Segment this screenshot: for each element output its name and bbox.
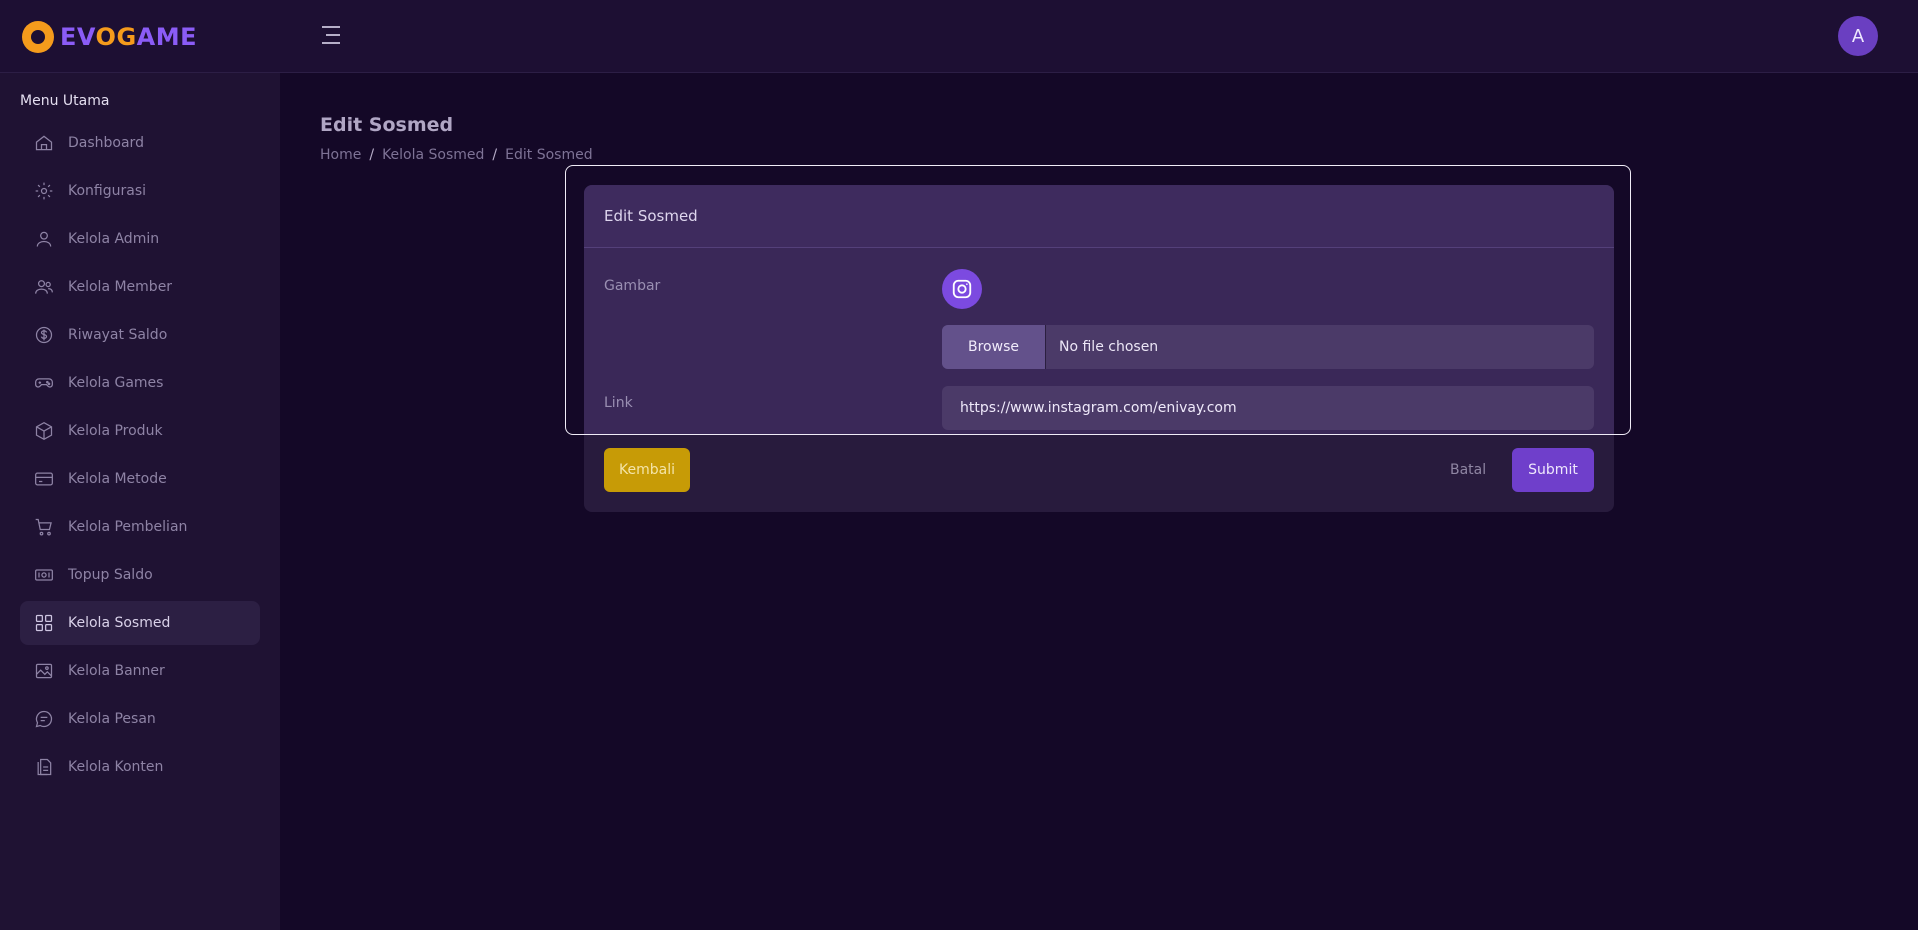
sidebar-menu: Dashboard Konfigurasi Kelola Admin Kelol… xyxy=(20,121,260,793)
sidebar-item-kelola-metode[interactable]: Kelola Metode xyxy=(20,457,260,501)
sidebar-item-label: Dashboard xyxy=(68,135,144,151)
image-icon xyxy=(35,663,53,679)
sidebar-item-label: Topup Saldo xyxy=(68,567,153,583)
logo-text: EVOGAME xyxy=(60,23,198,51)
breadcrumb: Home / Kelola Sosmed / Edit Sosmed xyxy=(320,147,593,163)
submit-button[interactable]: Submit xyxy=(1512,448,1594,492)
breadcrumb-separator: / xyxy=(492,147,498,163)
sidebar-item-kelola-admin[interactable]: Kelola Admin xyxy=(20,217,260,261)
sidebar: Menu Utama Dashboard Konfigurasi Kelola … xyxy=(0,73,280,930)
sidebar-item-label: Kelola Pesan xyxy=(68,711,156,727)
sidebar-item-label: Konfigurasi xyxy=(68,183,147,199)
breadcrumb-separator: / xyxy=(369,147,375,163)
sidebar-item-label: Kelola Metode xyxy=(68,471,167,487)
sidebar-item-kelola-produk[interactable]: Kelola Produk xyxy=(20,409,260,453)
sidebar-item-label: Kelola Konten xyxy=(68,759,164,775)
sidebar-item-label: Kelola Pembelian xyxy=(68,519,188,535)
link-label: Link xyxy=(604,395,633,411)
sidebar-item-label: Kelola Produk xyxy=(68,423,163,439)
card-title: Edit Sosmed xyxy=(604,207,698,225)
sidebar-item-kelola-games[interactable]: Kelola Games xyxy=(20,361,260,405)
sidebar-item-kelola-pembelian[interactable]: Kelola Pembelian xyxy=(20,505,260,549)
card-icon xyxy=(35,472,53,486)
top-header: EVOGAME A xyxy=(0,0,1918,73)
cart-icon xyxy=(35,518,52,536)
cancel-button[interactable]: Batal xyxy=(1450,448,1486,492)
grid-icon xyxy=(35,614,53,632)
box-icon xyxy=(35,421,53,441)
sidebar-item-riwayat-saldo[interactable]: Riwayat Saldo xyxy=(20,313,260,357)
menu-toggle-icon[interactable] xyxy=(322,26,340,44)
sidebar-item-topup-saldo[interactable]: Topup Saldo xyxy=(20,553,260,597)
sidebar-item-label: Kelola Sosmed xyxy=(68,615,171,631)
sidebar-item-label: Riwayat Saldo xyxy=(68,327,168,343)
back-button[interactable]: Kembali xyxy=(604,448,690,492)
dollar-circle-icon xyxy=(35,326,53,344)
gamepad-icon xyxy=(35,378,53,388)
breadcrumb-current: Edit Sosmed xyxy=(505,147,593,163)
sidebar-item-label: Kelola Admin xyxy=(68,231,160,247)
breadcrumb-home[interactable]: Home xyxy=(320,147,361,163)
document-icon xyxy=(37,758,52,776)
user-icon xyxy=(36,231,52,247)
sidebar-item-kelola-konten[interactable]: Kelola Konten xyxy=(20,745,260,789)
card-header: Edit Sosmed xyxy=(584,185,1614,248)
sidebar-item-kelola-member[interactable]: Kelola Member xyxy=(20,265,260,309)
gear-icon xyxy=(35,182,53,200)
logo-mark-icon xyxy=(22,21,54,53)
sidebar-item-dashboard[interactable]: Dashboard xyxy=(20,121,260,165)
user-avatar[interactable]: A xyxy=(1838,16,1878,56)
sidebar-item-kelola-banner[interactable]: Kelola Banner xyxy=(20,649,260,693)
sidebar-item-label: Kelola Banner xyxy=(68,663,165,679)
avatar-letter: A xyxy=(1851,25,1865,47)
sidebar-item-label: Kelola Member xyxy=(68,279,173,295)
sidebar-item-label: Kelola Games xyxy=(68,375,164,391)
sidebar-item-kelola-sosmed[interactable]: Kelola Sosmed xyxy=(20,601,260,645)
sidebar-item-konfigurasi[interactable]: Konfigurasi xyxy=(20,169,260,213)
sidebar-item-kelola-pesan[interactable]: Kelola Pesan xyxy=(20,697,260,741)
image-file-input[interactable]: Browse No file chosen xyxy=(942,325,1594,369)
breadcrumb-kelola-sosmed[interactable]: Kelola Sosmed xyxy=(382,147,484,163)
edit-sosmed-card: Edit Sosmed Gambar Browse No file chosen… xyxy=(584,185,1614,512)
instagram-icon xyxy=(942,269,982,309)
sidebar-title: Menu Utama xyxy=(20,93,110,109)
file-status: No file chosen xyxy=(1059,339,1159,355)
browse-button[interactable]: Browse xyxy=(942,325,1046,369)
image-label: Gambar xyxy=(604,278,661,294)
link-input[interactable] xyxy=(942,386,1594,430)
page-title: Edit Sosmed xyxy=(320,114,454,136)
users-icon xyxy=(35,280,53,294)
cash-icon xyxy=(35,569,53,581)
chat-icon xyxy=(35,710,53,728)
app-logo[interactable]: EVOGAME xyxy=(22,20,197,54)
home-icon xyxy=(35,135,53,151)
